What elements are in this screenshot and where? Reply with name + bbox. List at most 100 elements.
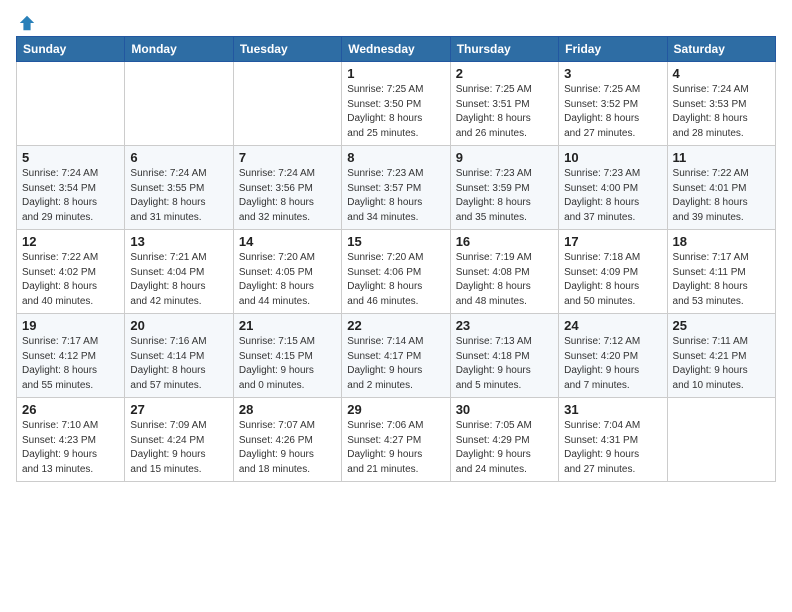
cell-w5-d5: 31 Sunrise: 7:04 AM Sunset: 4:31 PM Dayli… (559, 398, 667, 482)
cell-w1-d5: 3 Sunrise: 7:25 AM Sunset: 3:52 PM Daylig… (559, 62, 667, 146)
cell-w2-d3: 8 Sunrise: 7:23 AM Sunset: 3:57 PM Daylig… (342, 146, 450, 230)
cell-info-29: Sunrise: 7:06 AM Sunset: 4:27 PM Dayligh… (347, 419, 444, 477)
day-number-27: 27 (130, 402, 227, 417)
header-tuesday: Tuesday (233, 37, 341, 62)
page: Sunday Monday Tuesday Wednesday Thursday… (0, 0, 792, 494)
day-number-5: 5 (22, 150, 119, 165)
cell-info-27: Sunrise: 7:09 AM Sunset: 4:24 PM Dayligh… (130, 419, 227, 477)
cell-info-6: Sunrise: 7:24 AM Sunset: 3:55 PM Dayligh… (130, 167, 227, 225)
day-number-10: 10 (564, 150, 661, 165)
cell-w1-d4: 2 Sunrise: 7:25 AM Sunset: 3:51 PM Daylig… (450, 62, 558, 146)
cell-w5-d0: 26 Sunrise: 7:10 AM Sunset: 4:23 PM Dayli… (17, 398, 125, 482)
cell-w4-d5: 24 Sunrise: 7:12 AM Sunset: 4:20 PM Dayli… (559, 314, 667, 398)
day-number-29: 29 (347, 402, 444, 417)
cell-w1-d2 (233, 62, 341, 146)
day-number-3: 3 (564, 66, 661, 81)
cell-info-3: Sunrise: 7:25 AM Sunset: 3:52 PM Dayligh… (564, 83, 661, 141)
cell-w2-d1: 6 Sunrise: 7:24 AM Sunset: 3:55 PM Daylig… (125, 146, 233, 230)
day-number-12: 12 (22, 234, 119, 249)
weekday-header-row: Sunday Monday Tuesday Wednesday Thursday… (17, 37, 776, 62)
cell-info-17: Sunrise: 7:18 AM Sunset: 4:09 PM Dayligh… (564, 251, 661, 309)
day-number-20: 20 (130, 318, 227, 333)
cell-w1-d3: 1 Sunrise: 7:25 AM Sunset: 3:50 PM Daylig… (342, 62, 450, 146)
day-number-26: 26 (22, 402, 119, 417)
week-row-1: 1 Sunrise: 7:25 AM Sunset: 3:50 PM Daylig… (17, 62, 776, 146)
cell-w1-d1 (125, 62, 233, 146)
cell-info-24: Sunrise: 7:12 AM Sunset: 4:20 PM Dayligh… (564, 335, 661, 393)
cell-info-8: Sunrise: 7:23 AM Sunset: 3:57 PM Dayligh… (347, 167, 444, 225)
cell-w4-d2: 21Sunrise: 7:15 AM Sunset: 4:15 PM Dayli… (233, 314, 341, 398)
cell-w3-d6: 18 Sunrise: 7:17 AM Sunset: 4:11 PM Dayli… (667, 230, 775, 314)
day-number-4: 4 (673, 66, 770, 81)
logo-icon (18, 14, 36, 32)
day-number-1: 1 (347, 66, 444, 81)
cell-info-28: Sunrise: 7:07 AM Sunset: 4:26 PM Dayligh… (239, 419, 336, 477)
cell-info-1: Sunrise: 7:25 AM Sunset: 3:50 PM Dayligh… (347, 83, 444, 141)
week-row-2: 5 Sunrise: 7:24 AM Sunset: 3:54 PM Daylig… (17, 146, 776, 230)
cell-info-9: Sunrise: 7:23 AM Sunset: 3:59 PM Dayligh… (456, 167, 553, 225)
cell-info-31: Sunrise: 7:04 AM Sunset: 4:31 PM Dayligh… (564, 419, 661, 477)
cell-info-4: Sunrise: 7:24 AM Sunset: 3:53 PM Dayligh… (673, 83, 770, 141)
header-wednesday: Wednesday (342, 37, 450, 62)
cell-info-13: Sunrise: 7:21 AM Sunset: 4:04 PM Dayligh… (130, 251, 227, 309)
day-number-30: 30 (456, 402, 553, 417)
day-number-31: 31 (564, 402, 661, 417)
day-number-23: 23 (456, 318, 553, 333)
cell-info-23: Sunrise: 7:13 AM Sunset: 4:18 PM Dayligh… (456, 335, 553, 393)
cell-w4-d6: 25Sunrise: 7:11 AM Sunset: 4:21 PM Dayli… (667, 314, 775, 398)
cell-w4-d0: 19 Sunrise: 7:17 AM Sunset: 4:12 PM Dayli… (17, 314, 125, 398)
header-friday: Friday (559, 37, 667, 62)
day-number-19: 19 (22, 318, 119, 333)
day-number-6: 6 (130, 150, 227, 165)
cell-info-30: Sunrise: 7:05 AM Sunset: 4:29 PM Dayligh… (456, 419, 553, 477)
header-saturday: Saturday (667, 37, 775, 62)
cell-w1-d6: 4 Sunrise: 7:24 AM Sunset: 3:53 PM Daylig… (667, 62, 775, 146)
cell-info-15: Sunrise: 7:20 AM Sunset: 4:06 PM Dayligh… (347, 251, 444, 309)
cell-w5-d1: 27 Sunrise: 7:09 AM Sunset: 4:24 PM Dayli… (125, 398, 233, 482)
header-monday: Monday (125, 37, 233, 62)
day-number-9: 9 (456, 150, 553, 165)
calendar-table: Sunday Monday Tuesday Wednesday Thursday… (16, 36, 776, 482)
day-number-28: 28 (239, 402, 336, 417)
cell-info-25: Sunrise: 7:11 AM Sunset: 4:21 PM Dayligh… (673, 335, 770, 393)
day-number-17: 17 (564, 234, 661, 249)
cell-info-22: Sunrise: 7:14 AM Sunset: 4:17 PM Dayligh… (347, 335, 444, 393)
day-number-2: 2 (456, 66, 553, 81)
cell-w5-d3: 29 Sunrise: 7:06 AM Sunset: 4:27 PM Dayli… (342, 398, 450, 482)
cell-info-10: Sunrise: 7:23 AM Sunset: 4:00 PM Dayligh… (564, 167, 661, 225)
cell-w2-d6: 11 Sunrise: 7:22 AM Sunset: 4:01 PM Dayli… (667, 146, 775, 230)
cell-info-26: Sunrise: 7:10 AM Sunset: 4:23 PM Dayligh… (22, 419, 119, 477)
cell-info-14: Sunrise: 7:20 AM Sunset: 4:05 PM Dayligh… (239, 251, 336, 309)
day-number-22: 22 (347, 318, 444, 333)
day-number-11: 11 (673, 150, 770, 165)
header-thursday: Thursday (450, 37, 558, 62)
cell-w4-d4: 23 Sunrise: 7:13 AM Sunset: 4:18 PM Dayli… (450, 314, 558, 398)
cell-info-2: Sunrise: 7:25 AM Sunset: 3:51 PM Dayligh… (456, 83, 553, 141)
cell-info-20: Sunrise: 7:16 AM Sunset: 4:14 PM Dayligh… (130, 335, 227, 393)
day-number-15: 15 (347, 234, 444, 249)
day-number-16: 16 (456, 234, 553, 249)
cell-w2-d2: 7Sunrise: 7:24 AM Sunset: 3:56 PM Daylig… (233, 146, 341, 230)
cell-w5-d6 (667, 398, 775, 482)
week-row-5: 26 Sunrise: 7:10 AM Sunset: 4:23 PM Dayli… (17, 398, 776, 482)
cell-w5-d2: 28 Sunrise: 7:07 AM Sunset: 4:26 PM Dayli… (233, 398, 341, 482)
cell-w3-d0: 12Sunrise: 7:22 AM Sunset: 4:02 PM Dayli… (17, 230, 125, 314)
cell-info-18: Sunrise: 7:17 AM Sunset: 4:11 PM Dayligh… (673, 251, 770, 309)
header (16, 16, 776, 28)
cell-w2-d5: 10 Sunrise: 7:23 AM Sunset: 4:00 PM Dayli… (559, 146, 667, 230)
cell-w3-d4: 16 Sunrise: 7:19 AM Sunset: 4:08 PM Dayli… (450, 230, 558, 314)
cell-w2-d4: 9 Sunrise: 7:23 AM Sunset: 3:59 PM Daylig… (450, 146, 558, 230)
cell-info-21: Sunrise: 7:15 AM Sunset: 4:15 PM Dayligh… (239, 335, 336, 393)
cell-info-5: Sunrise: 7:24 AM Sunset: 3:54 PM Dayligh… (22, 167, 119, 225)
cell-info-11: Sunrise: 7:22 AM Sunset: 4:01 PM Dayligh… (673, 167, 770, 225)
day-number-18: 18 (673, 234, 770, 249)
cell-info-19: Sunrise: 7:17 AM Sunset: 4:12 PM Dayligh… (22, 335, 119, 393)
cell-w3-d5: 17 Sunrise: 7:18 AM Sunset: 4:09 PM Dayli… (559, 230, 667, 314)
cell-w5-d4: 30 Sunrise: 7:05 AM Sunset: 4:29 PM Dayli… (450, 398, 558, 482)
cell-info-16: Sunrise: 7:19 AM Sunset: 4:08 PM Dayligh… (456, 251, 553, 309)
day-number-24: 24 (564, 318, 661, 333)
logo (16, 16, 36, 28)
day-number-8: 8 (347, 150, 444, 165)
cell-w2-d0: 5 Sunrise: 7:24 AM Sunset: 3:54 PM Daylig… (17, 146, 125, 230)
cell-info-7: Sunrise: 7:24 AM Sunset: 3:56 PM Dayligh… (239, 167, 336, 225)
